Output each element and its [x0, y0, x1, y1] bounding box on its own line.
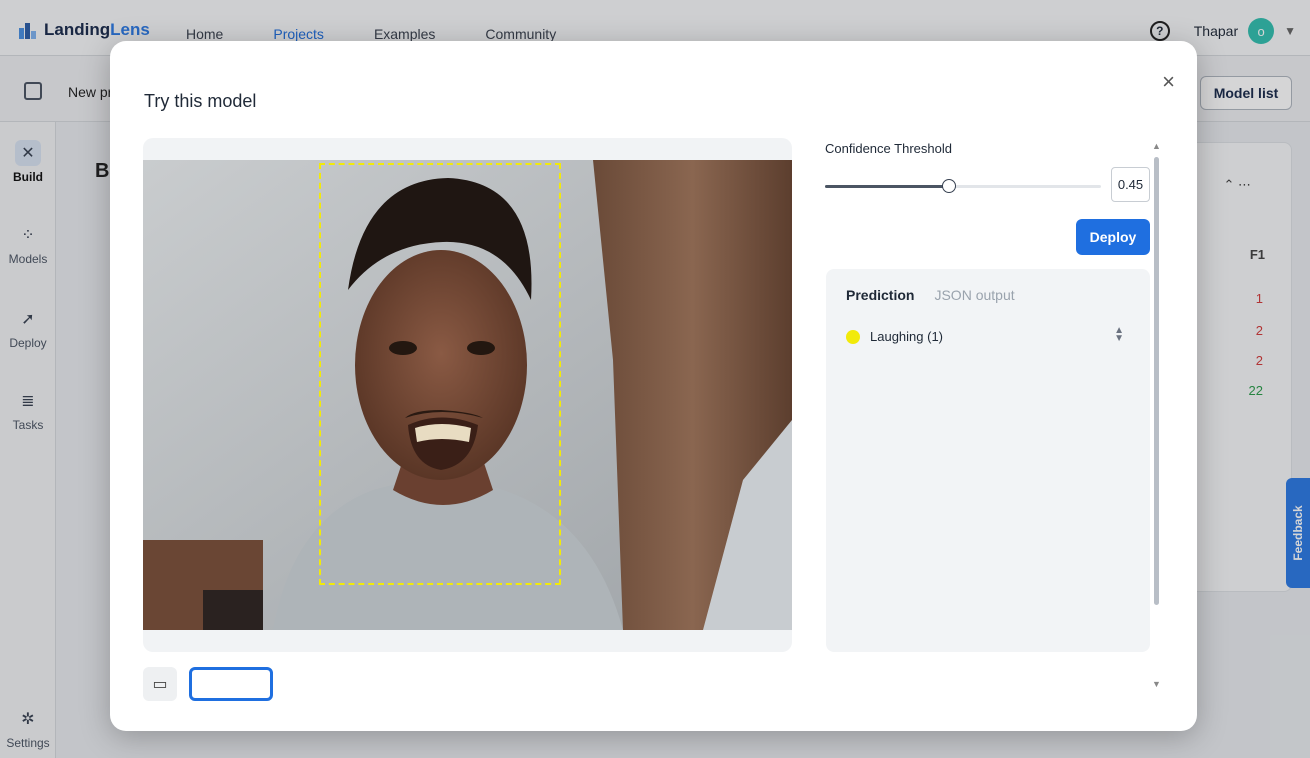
sort-stepper-icon[interactable]: ▲ ▼: [1114, 326, 1124, 344]
folder-icon[interactable]: ▭: [143, 667, 177, 701]
dialog-scrollbar[interactable]: ▲ ▼: [1152, 141, 1162, 689]
try-model-dialog: Try this model × ▭ Confidence Threshold …: [110, 41, 1197, 731]
confidence-threshold-label: Confidence Threshold: [825, 141, 952, 156]
class-color-dot: [846, 329, 860, 344]
confidence-input[interactable]: 0.45: [1111, 167, 1150, 202]
prediction-panel: Prediction JSON output Laughing (1) ▲ ▼: [826, 269, 1150, 652]
prediction-label: Laughing (1): [870, 329, 943, 344]
selected-thumbnail[interactable]: [189, 667, 273, 701]
bounding-box: [319, 163, 561, 585]
tab-prediction[interactable]: Prediction: [846, 287, 914, 303]
scroll-up-icon[interactable]: ▲: [1152, 141, 1161, 151]
dialog-title: Try this model: [144, 91, 257, 111]
confidence-slider[interactable]: [825, 179, 1101, 193]
close-icon[interactable]: ×: [1162, 69, 1175, 95]
image-thumbnails: ▭: [143, 667, 273, 701]
deploy-button[interactable]: Deploy: [1076, 219, 1150, 255]
image-preview-card: [143, 138, 792, 652]
slider-handle[interactable]: [942, 179, 956, 193]
scroll-down-icon[interactable]: ▼: [1152, 679, 1161, 689]
scrollbar-thumb[interactable]: [1154, 157, 1159, 605]
prediction-row: Laughing (1): [846, 329, 943, 344]
slider-fill: [825, 185, 949, 188]
tab-json-output[interactable]: JSON output: [934, 287, 1014, 303]
prediction-image: [143, 160, 792, 630]
